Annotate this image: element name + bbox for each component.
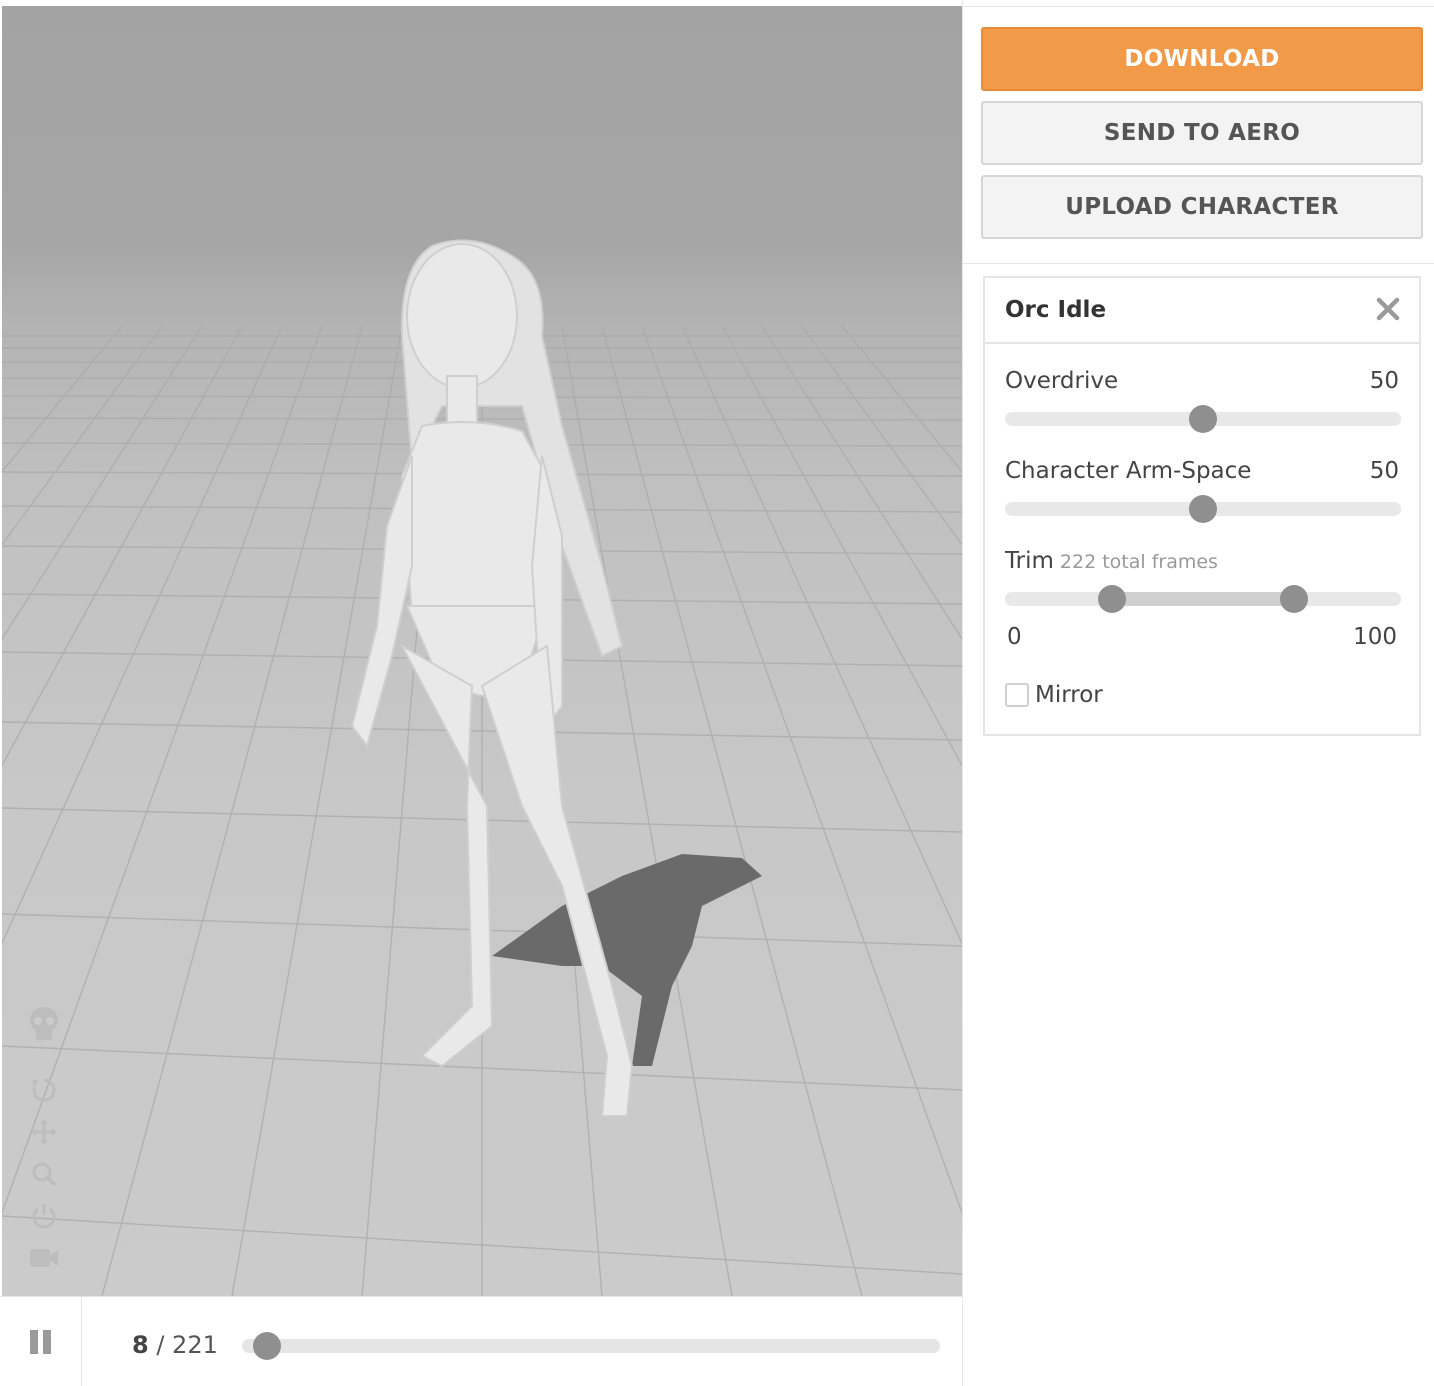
move-icon[interactable] xyxy=(24,1114,64,1150)
trim-max-label: 100 xyxy=(1353,624,1397,650)
right-panel: DOWNLOAD SEND TO AERO UPLOAD CHARACTER O… xyxy=(962,0,1434,1386)
timeline-knob[interactable] xyxy=(253,1332,282,1360)
frame-counter: 8 / 221 xyxy=(132,1331,218,1359)
total-frames: 221 xyxy=(172,1331,218,1359)
mirror-label: Mirror xyxy=(1035,682,1103,708)
zoom-icon[interactable] xyxy=(24,1156,64,1192)
download-button[interactable]: DOWNLOAD xyxy=(981,27,1423,91)
overdrive-slider-knob[interactable] xyxy=(1189,405,1217,433)
arm-space-label: Character Arm-Space xyxy=(1005,458,1252,484)
trim-label-group: Trim 222 total frames xyxy=(1005,548,1218,574)
trim-range-fill xyxy=(1111,592,1295,606)
action-buttons: DOWNLOAD SEND TO AERO UPLOAD CHARACTER xyxy=(963,6,1434,264)
frame-separator: / xyxy=(148,1331,173,1359)
scene-render xyxy=(2,239,962,1296)
trim-range-slider[interactable] xyxy=(1005,585,1401,613)
pause-button[interactable] xyxy=(0,1297,82,1386)
power-icon[interactable] xyxy=(24,1198,64,1234)
animation-title: Orc Idle xyxy=(1005,297,1107,323)
mirror-toggle[interactable]: Mirror xyxy=(1005,682,1103,708)
3d-viewport[interactable] xyxy=(2,6,962,1296)
overdrive-slider[interactable] xyxy=(1005,405,1401,433)
timeline-scrubber[interactable] xyxy=(242,1332,940,1360)
arm-space-slider[interactable] xyxy=(1005,495,1401,523)
app-root: 8 / 221 DOWNLOAD SEND TO AERO UPLOAD CHA… xyxy=(0,0,1434,1386)
close-icon[interactable] xyxy=(1373,294,1403,324)
send-to-aero-button[interactable]: SEND TO AERO xyxy=(981,101,1423,165)
overdrive-value: 50 xyxy=(1369,368,1399,394)
pause-icon xyxy=(29,1330,51,1354)
reset-icon[interactable] xyxy=(24,1072,64,1108)
current-frame: 8 xyxy=(132,1331,149,1359)
playback-bar: 8 / 221 xyxy=(0,1296,962,1386)
mirror-checkbox[interactable] xyxy=(1005,683,1029,707)
trim-label: Trim xyxy=(1005,548,1054,574)
trim-start-knob[interactable] xyxy=(1097,585,1126,613)
animation-settings-card: Orc Idle Overdrive 50 Character Arm-Spac… xyxy=(983,276,1421,736)
trim-min-label: 0 xyxy=(1007,624,1022,650)
trim-total-frames: 222 total frames xyxy=(1059,551,1218,573)
camera-icon[interactable] xyxy=(24,1240,64,1276)
arm-space-value: 50 xyxy=(1369,458,1399,484)
overdrive-label: Overdrive xyxy=(1005,368,1119,394)
upload-character-button[interactable]: UPLOAD CHARACTER xyxy=(981,175,1423,239)
arm-space-slider-knob[interactable] xyxy=(1189,495,1217,523)
trim-end-knob[interactable] xyxy=(1280,585,1309,613)
skeleton-icon[interactable] xyxy=(24,1006,64,1042)
card-header: Orc Idle xyxy=(985,278,1419,344)
